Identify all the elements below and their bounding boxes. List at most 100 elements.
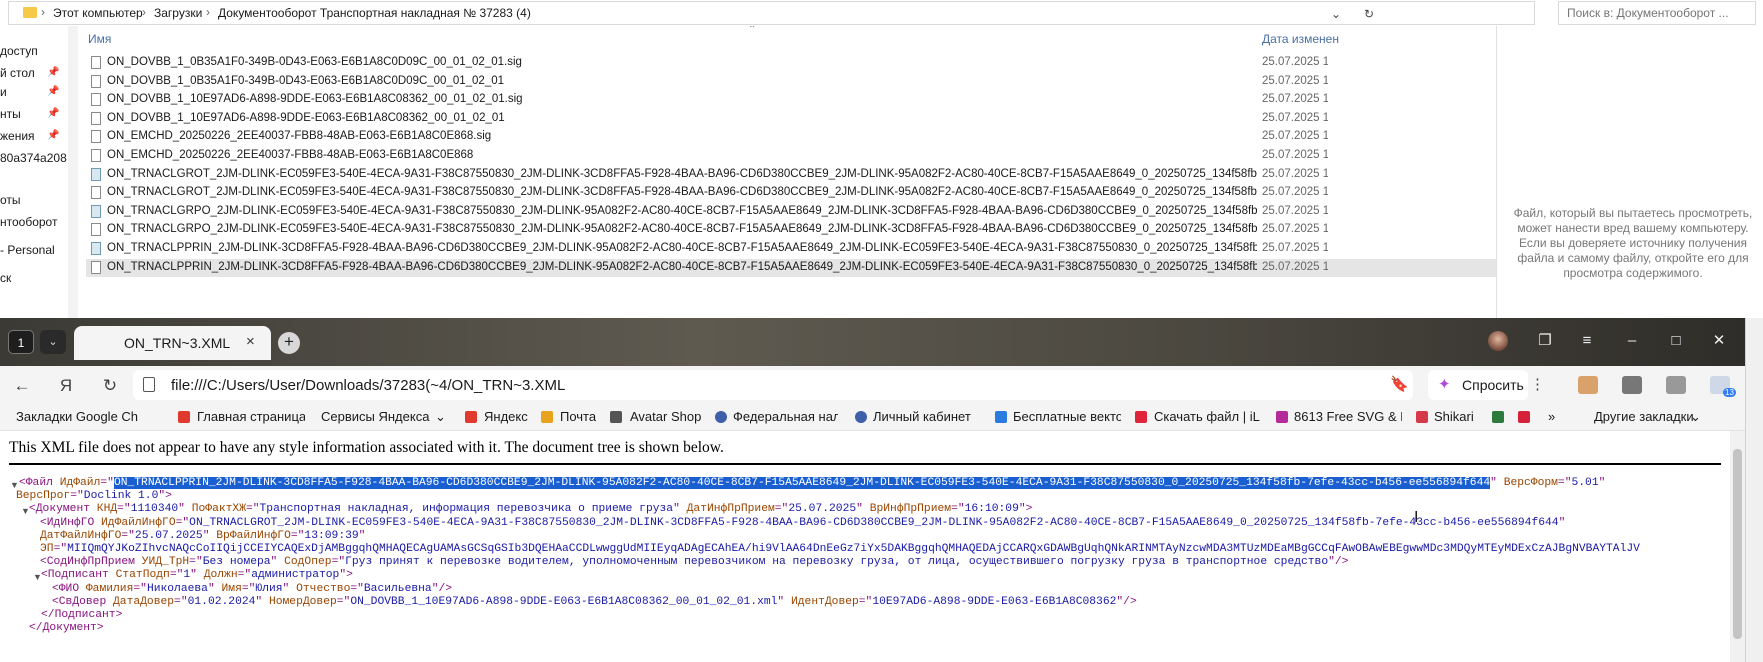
file-name: ON_TRNACLPPRIN_2JM-DLINK-3CD8FFA5-F928-4… — [107, 260, 1257, 273]
extension-icon[interactable] — [1578, 376, 1598, 394]
file-row[interactable]: ON_TRNACLPPRIN_2JM-DLINK-3CD8FFA5-F928-4… — [86, 240, 1496, 258]
ask-label: Спросить — [1462, 377, 1524, 393]
file-name: ON_TRNACLPPRIN_2JM-DLINK-3CD8FFA5-F928-4… — [107, 242, 1257, 254]
nav-item-downloads[interactable]: и — [0, 85, 7, 99]
extensions-icon[interactable] — [1666, 376, 1686, 394]
yandex-logo-icon[interactable]: Я — [55, 375, 77, 397]
minimize-icon[interactable]: – — [1620, 330, 1644, 352]
bookmark-other[interactable]: Другие закладки — [1594, 409, 1694, 424]
file-row[interactable]: ON_TRNACLGROT_2JM-DLINK-EC059FE3-540E-4E… — [86, 166, 1496, 184]
bookmark-federal-tax[interactable]: Федеральная нал — [733, 409, 838, 424]
file-row[interactable]: ON_TRNACLPPRIN_2JM-DLINK-3CD8FFA5-F928-4… — [86, 258, 1496, 277]
column-header-name[interactable]: Имя — [88, 32, 111, 46]
chevron-down-icon: ⌄ — [435, 409, 446, 424]
chevron-down-icon[interactable]: ⌄ — [1327, 4, 1345, 24]
file-name: ON_TRNACLGROT_2JM-DLINK-EC059FE3-540E-4E… — [107, 186, 1257, 199]
vector-icon — [995, 411, 1007, 423]
bookmark-icon[interactable]: 🔖 — [1390, 375, 1409, 393]
bookmark-shikari[interactable]: Shikari — [1434, 409, 1484, 424]
mail-icon — [541, 411, 553, 423]
url-bar[interactable]: file:///C:/Users/User/Downloads/37283(~4… — [133, 370, 1413, 400]
menu-icon[interactable]: ≡ — [1575, 330, 1599, 352]
bookmark-free-svg[interactable]: 8613 Free SVG & F — [1294, 409, 1402, 424]
xml-file-icon — [91, 204, 101, 218]
file-date: 25.07.2025 16:1 — [1262, 260, 1328, 273]
file-row[interactable]: ON_TRNACLGRPO_2JM-DLINK-EC059FE3-540E-4E… — [86, 203, 1496, 221]
tab-list-dropdown[interactable]: ⌄ — [40, 330, 66, 354]
nav-item-documents[interactable]: нты — [0, 107, 21, 121]
reload-icon[interactable]: ↻ — [99, 375, 121, 397]
breadcrumb-downloads[interactable]: Загрузки — [154, 6, 202, 20]
nav-item-onedrive-personal[interactable]: - Personal — [0, 243, 55, 257]
close-window-icon[interactable]: ✕ — [1707, 330, 1731, 352]
pin-icon: 📌 — [47, 130, 60, 141]
nav-item-reports[interactable]: оты — [0, 193, 21, 207]
scrollbar-thumb[interactable] — [1733, 449, 1742, 639]
ask-button[interactable]: ✦ Спросить — [1428, 370, 1528, 400]
bookmark-google-chrome[interactable]: Закладки Google Ch — [16, 409, 141, 424]
collections-icon[interactable]: ❐ — [1533, 330, 1557, 352]
address-box[interactable]: › Этот компьютер › Загрузки › Документоо… — [8, 1, 1535, 25]
file-icon — [91, 111, 101, 125]
chevron-double-right-icon[interactable]: » — [1548, 409, 1555, 424]
refresh-icon[interactable]: ↻ — [1360, 4, 1378, 24]
xml-line-document: <Документ КНД="1110340" ПоФактХЖ="Трансп… — [29, 503, 1033, 515]
extension-bookmark-icon[interactable] — [1492, 411, 1504, 423]
more-icon[interactable]: ⋮ — [1530, 375, 1545, 393]
column-header-date[interactable]: Дата изменен — [1262, 32, 1339, 46]
file-list: ⌃ Имя Дата изменен ON_DOVBB_1_0B35A1F0-3… — [86, 26, 1496, 318]
nav-item-desktop[interactable]: й стол — [0, 66, 35, 80]
back-arrow-icon[interactable]: ← — [11, 375, 33, 397]
bookmark-free-vectors[interactable]: Бесплатные векто — [1013, 409, 1121, 424]
new-tab-button[interactable]: + — [278, 332, 300, 354]
file-date: 25.07.2025 16:1 — [1262, 149, 1328, 161]
tab-active[interactable]: ON_TRN~3.XML × — [74, 326, 271, 360]
nav-item-images[interactable]: жения — [0, 129, 35, 143]
bookmark-yandex-services[interactable]: Сервисы Яндекса — [321, 409, 431, 424]
bookmark-home[interactable]: Главная страница — [197, 409, 305, 424]
chevron-down-icon: ⌄ — [1690, 409, 1701, 424]
file-row[interactable]: ON_DOVBB_1_10E97AD6-A898-9DDE-E063-E6B1A… — [86, 110, 1496, 128]
file-row[interactable]: ON_DOVBB_1_0B35A1F0-349B-0D43-E063-E6B1A… — [86, 54, 1496, 72]
search-input[interactable] — [1565, 5, 1755, 21]
bookmark-personal-cabinet[interactable]: Личный кабинет — [873, 409, 978, 424]
collapse-triangle-icon[interactable]: ▼ — [10, 480, 19, 490]
nav-scrollbar[interactable] — [68, 26, 78, 318]
bookmark-avatar-shop[interactable]: Avatar Shop — [630, 409, 701, 424]
file-row[interactable]: ON_TRNACLGROT_2JM-DLINK-EC059FE3-540E-4E… — [86, 184, 1496, 202]
bookmark-yandex[interactable]: Яндекс — [484, 409, 528, 424]
file-icon — [91, 223, 101, 237]
preview-pane: Файл, который вы пытаетесь просмотреть, … — [1500, 26, 1763, 318]
file-name: ON_TRNACLGRPO_2JM-DLINK-EC059FE3-540E-4E… — [107, 223, 1257, 236]
breadcrumb-this-pc[interactable]: Этот компьютер — [53, 6, 143, 20]
nav-item-docflow[interactable]: нтооборот — [0, 215, 57, 229]
close-icon[interactable]: × — [246, 333, 255, 350]
nav-item-folder[interactable]: 80a374a208 — [0, 151, 67, 165]
navigation-pane: доступ й стол 📌 и 📌 нты 📌 жения 📌 80a374… — [0, 26, 68, 318]
file-row[interactable]: ON_EMCHD_20250226_2EE40037-FBB8-48AB-E06… — [86, 128, 1496, 146]
selected-text: ON_TRNACLPPRIN_2JM-DLINK-3CD8FFA5-F928-4… — [113, 477, 1491, 489]
nav-item-disk[interactable]: ск — [0, 271, 11, 285]
extension-icon[interactable] — [1622, 376, 1642, 394]
avatar[interactable] — [1488, 331, 1508, 351]
bookmark-mail[interactable]: Почта — [560, 409, 596, 424]
maximize-icon[interactable]: □ — [1664, 330, 1688, 352]
nav-item-quick-access[interactable]: доступ — [0, 44, 38, 58]
file-row[interactable]: ON_TRNACLGRPO_2JM-DLINK-EC059FE3-540E-4E… — [86, 221, 1496, 239]
xml-file-icon — [91, 167, 101, 181]
file-row[interactable]: ON_EMCHD_20250226_2EE40037-FBB8-48AB-E06… — [86, 147, 1496, 165]
folder-search[interactable] — [1558, 1, 1756, 25]
pane-divider[interactable] — [1496, 26, 1497, 318]
file-row[interactable]: ON_DOVBB_1_10E97AD6-A898-9DDE-E063-E6B1A… — [86, 91, 1496, 109]
chart-bookmark-icon[interactable] — [1518, 411, 1530, 423]
pin-icon: 📌 — [47, 67, 60, 78]
file-name: ON_DOVBB_1_10E97AD6-A898-9DDE-E063-E6B1A… — [107, 93, 523, 106]
tab-count-button[interactable]: 1 — [8, 330, 34, 354]
file-row[interactable]: ON_DOVBB_1_0B35A1F0-349B-0D43-E063-E6B1A… — [86, 73, 1496, 91]
file-date: 25.07.2025 16:1 — [1262, 167, 1328, 180]
breadcrumb-current-folder[interactable]: Документооборот Транспортная накладная №… — [218, 6, 531, 20]
url-text[interactable]: file:///C:/Users/User/Downloads/37283(~4… — [171, 377, 565, 394]
bookmark-ilovepdf[interactable]: Скачать файл | iL — [1154, 409, 1262, 424]
content-scrollbar[interactable] — [1730, 431, 1745, 662]
file-date: 25.07.2025 16:1 — [1262, 223, 1328, 236]
